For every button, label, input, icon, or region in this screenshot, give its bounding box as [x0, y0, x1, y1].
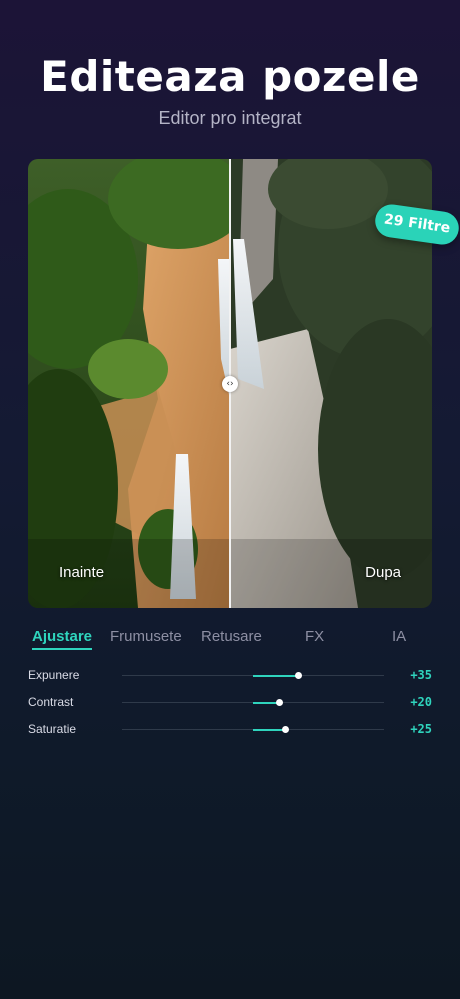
tab-ia[interactable]: IA	[392, 628, 406, 645]
adjust-label: Expunere	[28, 668, 80, 682]
slider-knob[interactable]	[275, 699, 283, 706]
tab-retusare[interactable]: Retusare	[201, 628, 262, 645]
adjust-label: Saturatie	[28, 722, 77, 736]
adjust-row-contrast: Contrast +20	[0, 693, 460, 713]
page-subtitle: Editor pro integrat	[158, 108, 302, 128]
adjust-row-saturation: Saturatie +25	[0, 720, 460, 740]
slider-fill	[253, 675, 299, 677]
left-right-arrows-icon[interactable]: ‹›	[222, 376, 238, 392]
page-title: Editeaza pozele	[40, 52, 420, 101]
adjust-value: +25	[410, 722, 432, 736]
tab-fx[interactable]: FX	[305, 628, 324, 645]
adjust-row-exposure: Expunere +35	[0, 666, 460, 686]
before-after-comparison[interactable]: ‹› Inainte Dupa	[28, 159, 432, 608]
adjust-value: +20	[410, 695, 432, 709]
slider-knob[interactable]	[282, 726, 290, 733]
adjust-label: Contrast	[28, 695, 74, 709]
slider-fill	[253, 729, 286, 731]
slider-knob[interactable]	[295, 672, 303, 679]
after-label: Dupa	[365, 564, 401, 581]
tab-ajustare[interactable]: Ajustare	[32, 628, 93, 650]
adjust-value: +35	[410, 668, 432, 682]
tab-frumusete[interactable]: Frumusete	[110, 628, 182, 645]
before-label: Inainte	[59, 564, 105, 581]
editor-tabs: Ajustare Frumusete Retusare FX IA	[0, 628, 460, 652]
